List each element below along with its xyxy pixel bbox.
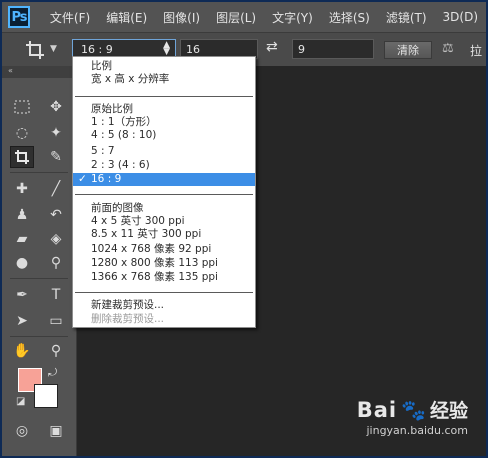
updown-arrows-icon: ▲ ▼ bbox=[163, 40, 170, 57]
eyedropper-tool-icon[interactable]: ✎ bbox=[44, 146, 68, 168]
menu-file[interactable]: 文件(F) bbox=[42, 9, 98, 26]
type-tool-icon[interactable]: T bbox=[44, 284, 68, 306]
watermark: Bai 🐾 经验 jingyan.baidu.com bbox=[357, 396, 468, 438]
menu-item-2-3[interactable]: 2 : 3 (4 : 6) bbox=[73, 159, 255, 172]
menu-3d[interactable]: 3D(D) bbox=[435, 10, 486, 24]
background-color-swatch[interactable] bbox=[34, 384, 58, 408]
menu-separator bbox=[75, 194, 253, 195]
crop-tool-icon[interactable] bbox=[10, 146, 34, 168]
watermark-brand: Bai 🐾 经验 bbox=[357, 396, 468, 423]
rectangle-tool-icon[interactable]: ▭ bbox=[44, 310, 68, 332]
toolbar-divider bbox=[10, 278, 68, 279]
menu-item-new-preset[interactable]: 新建裁剪预设... bbox=[73, 299, 255, 312]
path-selection-tool-icon[interactable]: ➤ bbox=[10, 310, 34, 332]
toolbar-divider bbox=[10, 336, 68, 337]
menu-layer[interactable]: 图层(L) bbox=[208, 9, 264, 26]
menu-edit[interactable]: 编辑(E) bbox=[98, 9, 155, 26]
menu-type[interactable]: 文字(Y) bbox=[264, 9, 321, 26]
paw-icon: 🐾 bbox=[401, 397, 426, 422]
height-input[interactable]: 9 bbox=[292, 39, 374, 59]
menu-item-8-5x11in[interactable]: 8.5 x 11 英寸 300 ppi bbox=[73, 228, 255, 241]
watermark-brand-text: Bai bbox=[356, 397, 398, 422]
menu-item-16-9-label: 16 : 9 bbox=[91, 173, 122, 185]
menu-item-ratio[interactable]: 比例 bbox=[73, 60, 255, 73]
menu-item-5-7[interactable]: 5 : 7 bbox=[73, 145, 255, 158]
menu-separator bbox=[75, 96, 253, 97]
brush-tool-icon[interactable]: ╱ bbox=[44, 178, 68, 200]
menu-item-4-5[interactable]: 4 : 5 (8 : 10) bbox=[73, 129, 255, 142]
checkmark-icon: ✓ bbox=[78, 173, 87, 185]
screen-mode-icon[interactable]: ▣ bbox=[44, 420, 68, 442]
watermark-url: jingyan.baidu.com bbox=[366, 424, 468, 437]
ratio-dropdown-menu: 比例 宽 x 高 x 分辨率 原始比例 1 : 1（方形） 4 : 5 (8 :… bbox=[72, 56, 256, 328]
hand-tool-icon[interactable]: ✋ bbox=[10, 340, 34, 362]
swap-colors-icon[interactable]: ⤾ bbox=[48, 366, 57, 380]
swap-icon[interactable]: ⇄ bbox=[266, 39, 278, 55]
menu-select[interactable]: 选择(S) bbox=[321, 9, 378, 26]
watermark-brand-text-2: 经验 bbox=[429, 400, 468, 422]
photoshop-logo[interactable]: Ps bbox=[8, 6, 30, 28]
menu-item-1366x768[interactable]: 1366 x 768 像素 135 ppi bbox=[73, 271, 255, 284]
zoom-tool-icon[interactable]: ⚲ bbox=[44, 340, 68, 362]
default-colors-icon[interactable]: ◪ bbox=[16, 396, 25, 407]
toolbar-divider bbox=[10, 172, 68, 173]
ratio-select-value: 16 : 9 bbox=[81, 43, 113, 56]
menu-separator bbox=[75, 292, 253, 293]
straighten-label[interactable]: 拉 bbox=[470, 42, 482, 59]
menu-bar: Ps 文件(F) 编辑(E) 图像(I) 图层(L) 文字(Y) 选择(S) 滤… bbox=[2, 2, 486, 32]
marquee-tool-icon[interactable] bbox=[10, 96, 34, 118]
menu-item-front-image[interactable]: 前面的图像 bbox=[73, 202, 255, 215]
menu-item-1-1[interactable]: 1 : 1（方形） bbox=[73, 116, 255, 129]
menu-item-1024x768[interactable]: 1024 x 768 像素 92 ppi bbox=[73, 243, 255, 256]
tools-panel: « ✥ ◌ ✦ ✎ ✚ ╱ ♟ ↶ ▰ ◈ ● ⚲ ✒ T ➤ ▭ ✋ ⚲ ⤾ … bbox=[2, 66, 77, 456]
crop-tool-preset-icon[interactable] bbox=[24, 39, 46, 61]
menu-item-1280x800[interactable]: 1280 x 800 像素 113 ppi bbox=[73, 257, 255, 270]
eraser-tool-icon[interactable]: ▰ bbox=[10, 228, 34, 250]
menu-item-original-ratio[interactable]: 原始比例 bbox=[73, 103, 255, 116]
menu-item-16-9[interactable]: ✓ 16 : 9 bbox=[73, 173, 255, 186]
history-brush-tool-icon[interactable]: ↶ bbox=[44, 204, 68, 226]
dodge-tool-icon[interactable]: ⚲ bbox=[44, 252, 68, 274]
menu-item-4x5in[interactable]: 4 x 5 英寸 300 ppi bbox=[73, 215, 255, 228]
collapse-panel-icon[interactable]: « bbox=[2, 66, 76, 78]
clone-stamp-tool-icon[interactable]: ♟ bbox=[10, 204, 34, 226]
paint-bucket-tool-icon[interactable]: ◈ bbox=[44, 228, 68, 250]
blur-tool-icon[interactable]: ● bbox=[10, 252, 34, 274]
menu-item-wxhxres[interactable]: 宽 x 高 x 分辨率 bbox=[73, 73, 255, 86]
pen-tool-icon[interactable]: ✒ bbox=[10, 284, 34, 306]
menu-item-delete-preset: 删除裁剪预设... bbox=[91, 313, 165, 325]
lasso-tool-icon[interactable]: ◌ bbox=[10, 122, 34, 144]
clear-button[interactable]: 清除 bbox=[384, 41, 432, 59]
menu-image[interactable]: 图像(I) bbox=[155, 9, 208, 26]
chevron-down-icon[interactable]: ▼ bbox=[50, 44, 57, 54]
quick-mask-icon[interactable]: ◎ bbox=[10, 420, 34, 442]
straighten-icon[interactable]: ⚖ bbox=[442, 41, 458, 56]
move-tool-icon[interactable]: ✥ bbox=[44, 96, 68, 118]
menu-filter[interactable]: 滤镜(T) bbox=[378, 9, 435, 26]
healing-brush-tool-icon[interactable]: ✚ bbox=[10, 178, 34, 200]
magic-wand-tool-icon[interactable]: ✦ bbox=[44, 122, 68, 144]
